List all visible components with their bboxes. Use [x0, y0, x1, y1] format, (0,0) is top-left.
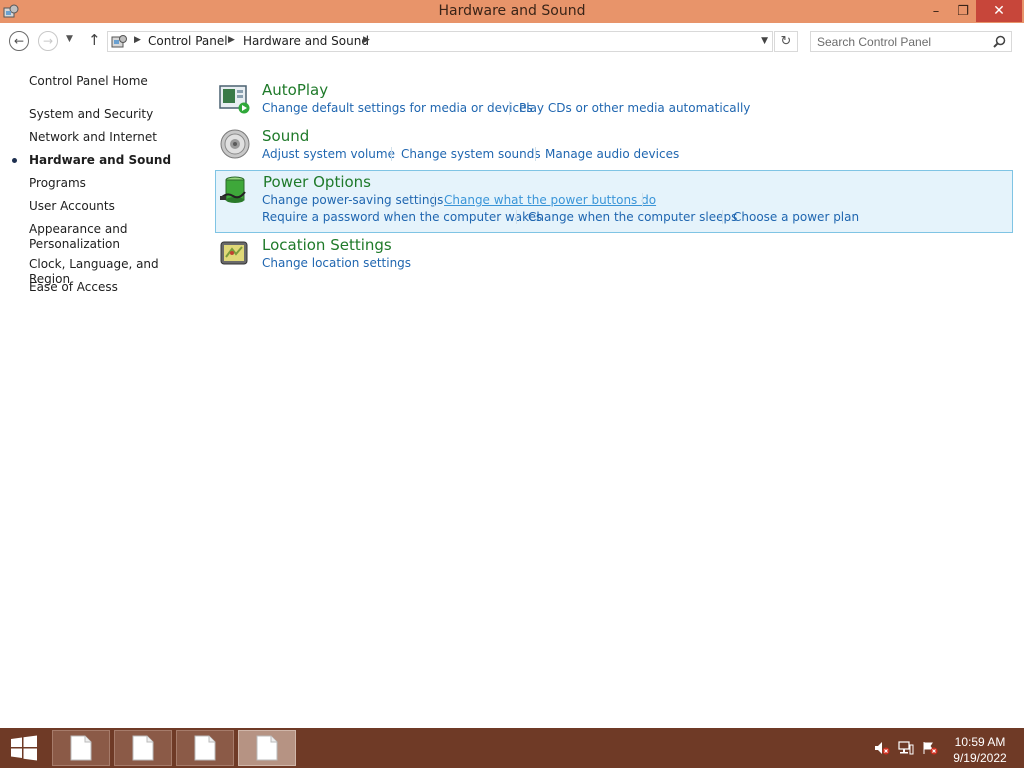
link-separator	[535, 147, 536, 161]
category-power-options: Power Options Change power-saving settin…	[215, 170, 1013, 233]
nav-appearance-and-personalization[interactable]: Appearance and Personalization	[29, 222, 129, 252]
nav-ease-of-access[interactable]: Ease of Access	[29, 280, 199, 295]
breadcrumb-hardware-and-sound[interactable]: Hardware and Sound	[243, 34, 369, 48]
close-button[interactable]: ✕	[976, 0, 1022, 22]
recent-locations-dropdown[interactable]: ▼	[66, 34, 73, 44]
window-title: Hardware and Sound	[438, 3, 586, 19]
title-bar: Hardware and Sound – ❐ ✕	[0, 0, 1024, 23]
autoplay-icon	[219, 85, 250, 114]
location-icon	[220, 241, 248, 265]
restore-button[interactable]: ❐	[950, 0, 976, 22]
link-change-default-autoplay[interactable]: Change default settings for media or dev…	[262, 101, 533, 115]
link-separator	[434, 193, 435, 207]
address-bar[interactable]: ▶ Control Panel ▶ Hardware and Sound ▶ ▼	[107, 31, 773, 52]
link-change-system-sounds[interactable]: Change system sounds	[401, 147, 541, 161]
link-require-password-wake[interactable]: Require a password when the computer wak…	[262, 210, 542, 224]
link-separator	[642, 193, 643, 207]
clock-time: 10:59 AM	[954, 735, 1006, 749]
link-manage-audio-devices[interactable]: Manage audio devices	[545, 147, 679, 161]
taskbar-app-2[interactable]	[114, 730, 172, 766]
battery-icon	[220, 176, 246, 203]
link-separator	[516, 210, 517, 224]
link-change-power-saving[interactable]: Change power-saving settings	[262, 193, 443, 207]
nav-programs[interactable]: Programs	[29, 176, 199, 191]
arrow-up-icon: ↑	[88, 31, 101, 49]
sound-title[interactable]: Sound	[262, 127, 309, 145]
action-center-icon[interactable]	[922, 741, 938, 755]
taskbar: 10:59 AM 9/19/2022	[0, 728, 1024, 768]
location-settings-title[interactable]: Location Settings	[262, 236, 392, 254]
nav-system-and-security[interactable]: System and Security	[29, 107, 199, 122]
link-choose-power-plan[interactable]: Choose a power plan	[733, 210, 859, 224]
nav-control-panel-home[interactable]: Control Panel Home	[29, 74, 199, 89]
search-icon[interactable]	[993, 35, 1006, 48]
search-input[interactable]	[817, 33, 987, 50]
link-separator	[391, 147, 392, 161]
up-button[interactable]: ↑	[88, 31, 101, 49]
autoplay-title[interactable]: AutoPlay	[262, 81, 328, 99]
link-change-power-buttons[interactable]: Change what the power buttons do	[444, 193, 656, 207]
windows-logo-icon	[11, 735, 37, 761]
refresh-icon: ↻	[780, 34, 792, 49]
network-icon[interactable]	[898, 741, 914, 755]
clock-date: 9/19/2022	[953, 751, 1007, 765]
forward-button[interactable]: →	[38, 31, 58, 51]
power-options-title[interactable]: Power Options	[263, 173, 371, 191]
current-page-bullet	[12, 158, 17, 163]
control-panel-icon	[111, 35, 127, 48]
link-separator	[722, 210, 723, 224]
nav-hardware-and-sound[interactable]: Hardware and Sound	[29, 153, 199, 168]
volume-muted-icon[interactable]	[874, 741, 890, 755]
nav-network-and-internet[interactable]: Network and Internet	[29, 130, 199, 145]
link-adjust-system-volume[interactable]: Adjust system volume	[262, 147, 395, 161]
minimize-button[interactable]: –	[922, 0, 950, 22]
category-sound: Sound Adjust system volume Change system…	[215, 126, 1013, 166]
refresh-button[interactable]: ↻	[774, 31, 798, 52]
document-icon	[132, 735, 154, 761]
speaker-icon	[220, 129, 250, 159]
search-box[interactable]	[810, 31, 1012, 52]
clock[interactable]: 10:59 AM 9/19/2022	[940, 734, 1020, 766]
nav-user-accounts[interactable]: User Accounts	[29, 199, 199, 214]
taskbar-app-1[interactable]	[52, 730, 110, 766]
chevron-right-icon[interactable]: ▶	[228, 35, 235, 45]
link-change-location-settings[interactable]: Change location settings	[262, 256, 411, 270]
taskbar-app-4[interactable]	[238, 730, 296, 766]
document-icon	[194, 735, 216, 761]
link-play-cds[interactable]: Play CDs or other media automatically	[519, 101, 750, 115]
chevron-right-icon[interactable]: ▶	[134, 35, 141, 45]
taskbar-app-3[interactable]	[176, 730, 234, 766]
breadcrumb-control-panel[interactable]: Control Panel	[148, 34, 228, 48]
chevron-down-icon[interactable]: ▼	[761, 36, 768, 46]
arrow-right-icon: →	[42, 34, 54, 48]
link-separator	[509, 101, 510, 115]
start-button[interactable]	[0, 728, 48, 768]
chevron-right-icon[interactable]: ▶	[363, 35, 370, 45]
category-autoplay: AutoPlay Change default settings for med…	[215, 80, 1013, 120]
category-location-settings: Location Settings Change location settin…	[215, 235, 1013, 275]
back-button[interactable]: ←	[9, 31, 29, 51]
link-change-when-sleeps[interactable]: Change when the computer sleeps	[528, 210, 737, 224]
document-icon	[256, 735, 278, 761]
arrow-left-icon: ←	[13, 34, 25, 48]
navigation-bar: ← → ▼ ↑ ▶ Control Panel ▶ Hardware and S…	[0, 23, 1024, 59]
document-icon	[70, 735, 92, 761]
